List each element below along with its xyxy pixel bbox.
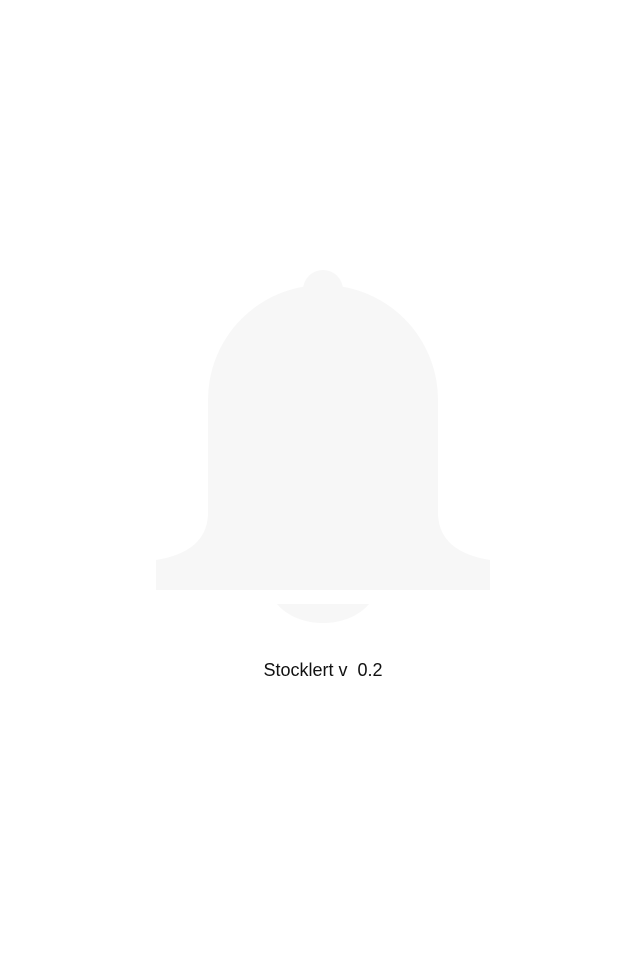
app-version-label: Stocklert v 0.2 bbox=[263, 660, 383, 680]
bell-icon bbox=[156, 270, 490, 624]
bell-body bbox=[156, 285, 490, 590]
bell-clapper bbox=[277, 604, 369, 624]
splash-screen: Stocklert v 0.2 bbox=[0, 0, 640, 960]
bell-icon-shape bbox=[156, 270, 490, 624]
